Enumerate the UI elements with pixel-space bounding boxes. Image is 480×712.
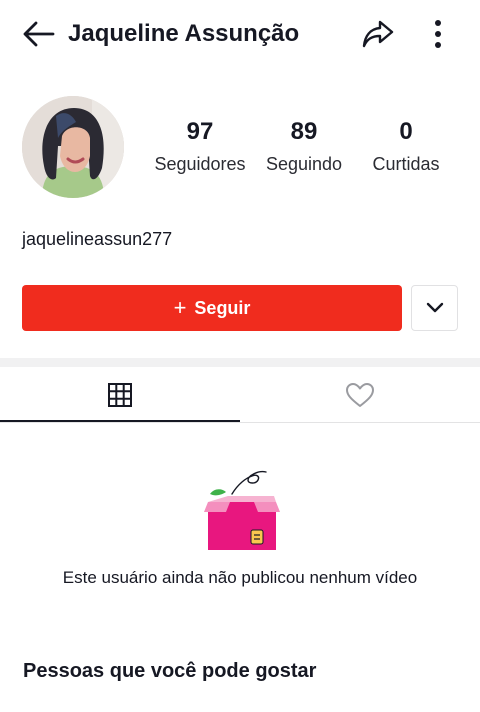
grid-icon: [108, 383, 132, 407]
more-vertical-icon: [435, 20, 441, 48]
suggestions-title: Pessoas que você pode gostar: [23, 660, 317, 682]
page-title: Jaqueline Assunção: [68, 20, 300, 47]
share-icon: [362, 20, 394, 48]
share-button[interactable]: [358, 14, 398, 54]
following-label: Seguindo: [265, 154, 343, 174]
following-count: 89: [290, 118, 318, 145]
arrow-left-icon: [23, 21, 55, 47]
follow-button[interactable]: + Seguir: [22, 285, 402, 331]
section-divider: [0, 358, 480, 367]
following-stat[interactable]: 89 Seguindo: [258, 117, 350, 175]
likes-count: 0: [399, 118, 413, 145]
followers-label: Seguidores: [154, 154, 246, 174]
empty-state-message: Este usuário ainda não publicou nenhum v…: [62, 568, 418, 587]
avatar[interactable]: [22, 96, 124, 198]
avatar-photo: [22, 96, 124, 198]
likes-stat[interactable]: 0 Curtidas: [366, 117, 446, 175]
followers-count: 97: [186, 118, 214, 145]
likes-label: Curtidas: [372, 154, 440, 174]
username: jaquelineassun277: [22, 229, 173, 249]
empty-box-icon: [202, 468, 282, 552]
suggestions-dropdown-button[interactable]: [411, 285, 458, 331]
back-button[interactable]: [18, 16, 58, 52]
chevron-down-icon: [426, 302, 443, 313]
followers-stat[interactable]: 97 Seguidores: [150, 117, 250, 175]
profile-header: Jaqueline Assunção: [0, 0, 480, 70]
profile-tabs: [0, 367, 480, 423]
plus-icon: +: [173, 295, 187, 320]
tab-liked[interactable]: [240, 367, 480, 423]
follow-button-label: Seguir: [194, 297, 251, 318]
more-options-button[interactable]: [420, 14, 456, 54]
active-tab-indicator: [0, 420, 240, 422]
tab-videos[interactable]: [0, 367, 240, 423]
heart-icon: [346, 383, 374, 407]
